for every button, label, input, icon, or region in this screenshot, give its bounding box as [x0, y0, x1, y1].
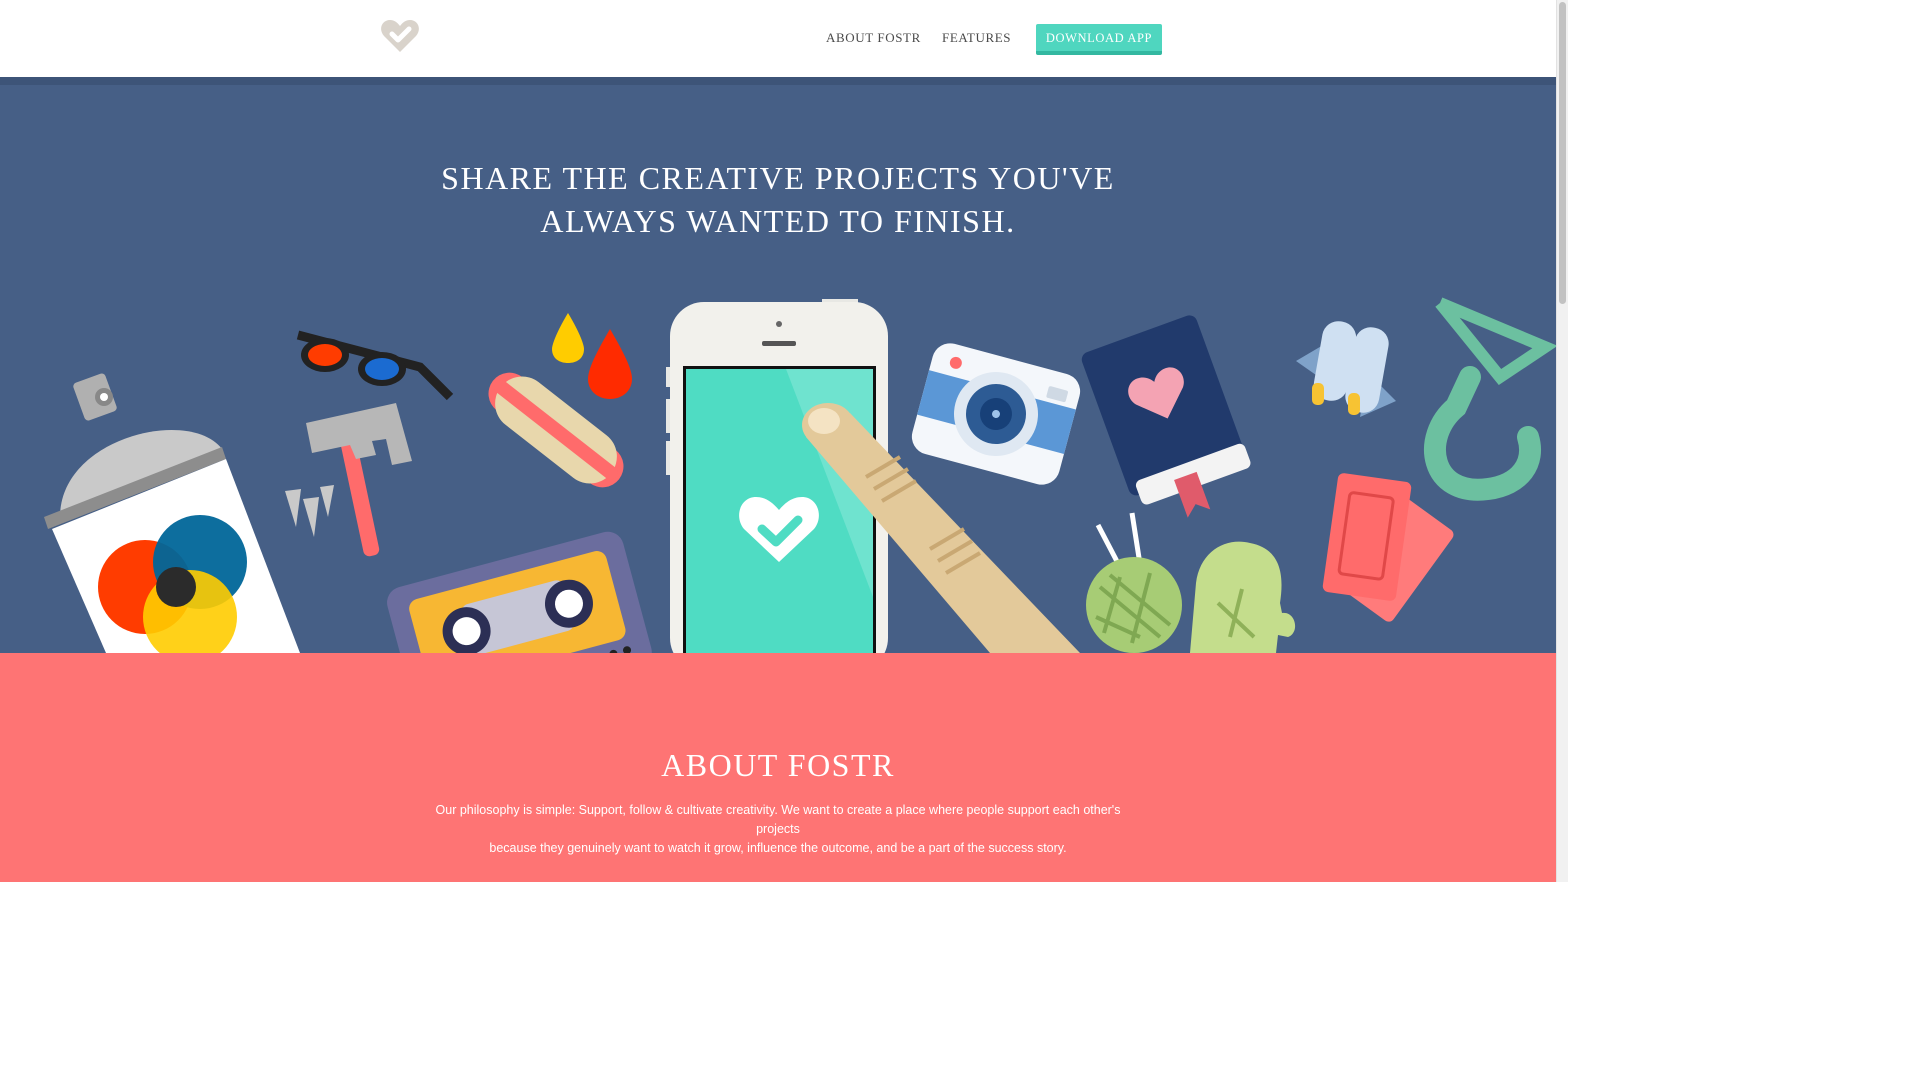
hammer-icon: [306, 403, 412, 557]
about-paragraph-line1: Our philosophy is simple: Support, follo…: [435, 803, 1121, 836]
nav-features-link[interactable]: FEATURES: [942, 30, 1011, 46]
nails-icon: [285, 485, 334, 537]
book-icon: [1081, 315, 1251, 518]
download-app-button[interactable]: DOWNLOAD APP: [1036, 24, 1162, 55]
tickets-icon: [1322, 473, 1454, 622]
scrollbar-thumb[interactable]: [1559, 2, 1566, 304]
paint-drops-icon: [552, 313, 632, 399]
hero-illustration: [44, 297, 1556, 653]
site-header: ABOUT FOSTR FEATURES DOWNLOAD APP: [0, 0, 1556, 77]
crane-hook-icon: [1424, 297, 1556, 501]
spray-can-icon: [44, 373, 300, 653]
cassette-tape-icon: [387, 531, 652, 653]
heart-check-icon[interactable]: [380, 18, 420, 54]
about-paragraph: Our philosophy is simple: Support, follo…: [418, 801, 1138, 858]
about-section: ABOUT FOSTR Our philosophy is simple: Su…: [0, 653, 1556, 882]
popsicles-icon: [1296, 321, 1396, 417]
about-paragraph-line2: because they genuinely want to watch it …: [489, 841, 1067, 855]
page-scrollbar[interactable]: [1556, 0, 1568, 882]
about-title: ABOUT FOSTR: [661, 747, 895, 783]
3d-glasses-icon: [296, 330, 454, 401]
yarn-ball-icon: [1086, 512, 1182, 653]
mitten-icon: [1190, 541, 1296, 653]
nav-about-link[interactable]: ABOUT FOSTR: [826, 30, 921, 46]
camera-icon: [911, 343, 1081, 485]
hero-section: SHARE THE CREATIVE PROJECTS YOU'VE ALWAY…: [0, 77, 1556, 653]
